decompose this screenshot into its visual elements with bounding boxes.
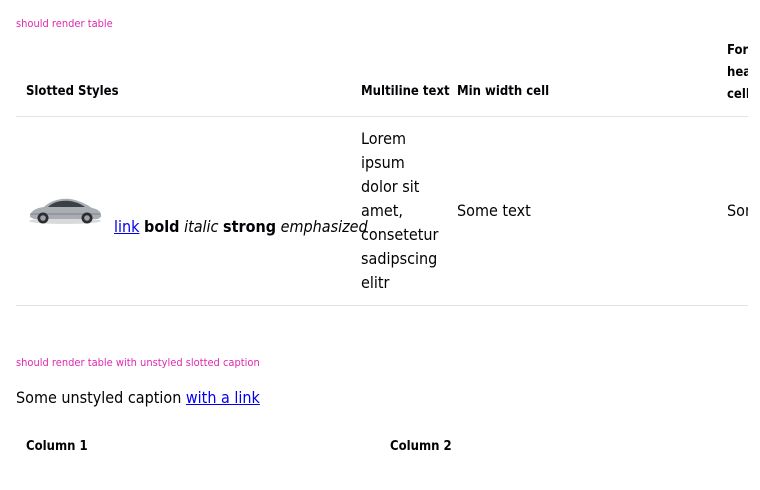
slotted-emphasized: emphasized (280, 217, 368, 236)
caption-link[interactable]: with a link (186, 388, 260, 407)
car-image (29, 198, 102, 224)
header-slotted-styles: Slotted Styles (26, 84, 119, 99)
header-forced-line3: cell (727, 87, 748, 102)
section-title: should render table (16, 17, 113, 30)
header-min-width-cell: Min width cell (457, 84, 550, 99)
caption-text: Some unstyled caption (16, 388, 182, 407)
multiline-line: sadipscing (361, 249, 438, 268)
header-forced-cell: Forced header cell (727, 40, 748, 106)
table-header-row: Slotted Styles Multiline text Min width … (16, 40, 748, 117)
multiline-line: amet, (361, 201, 403, 220)
table-caption: Some unstyled caption with a link (16, 388, 260, 407)
multiline-line: ipsum (361, 153, 405, 172)
multiline-line: elitr (361, 273, 390, 292)
header-forced-line1: Forced (727, 43, 748, 58)
forced-cell: Some text (727, 201, 748, 220)
multiline-text-cell: Lorem ipsum dolor sit amet, consetetur s… (361, 127, 439, 295)
slotted-strong: strong (223, 217, 277, 236)
header-forced-line2: header (727, 65, 748, 80)
slotted-italic: italic (184, 217, 219, 236)
multiline-line: consetetur (361, 225, 439, 244)
slotted-bold: bold (144, 217, 180, 236)
table-row: link bold italic strong emphasized Lorem… (16, 117, 748, 306)
header-column-2: Column 2 (390, 439, 452, 454)
multiline-line: Lorem (361, 129, 406, 148)
header-column-1: Column 1 (26, 439, 88, 454)
header-multiline-text: Multiline text (361, 84, 450, 99)
section-title-caption: should render table with unstyled slotte… (16, 356, 260, 369)
min-width-cell: Some text (457, 201, 531, 220)
styled-table: Slotted Styles Multiline text Min width … (16, 40, 748, 320)
multiline-line: dolor sit (361, 177, 420, 196)
slotted-link[interactable]: link (114, 217, 139, 236)
slotted-styles-cell: link bold italic strong emphasized (114, 215, 368, 239)
